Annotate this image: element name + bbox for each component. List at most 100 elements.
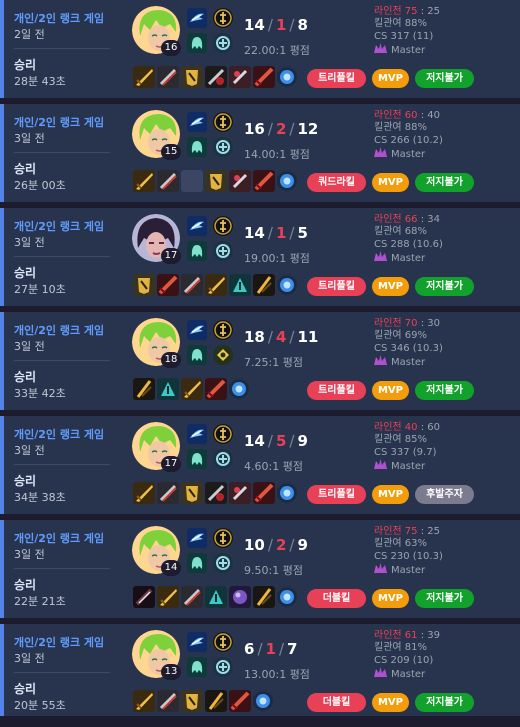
striped-blade-icon — [157, 482, 179, 504]
time-ago: 2일 전 — [14, 28, 45, 41]
assists: 9 — [297, 432, 308, 450]
gold-armor-icon — [181, 690, 203, 712]
laning-result: 라인전 40 : 60 — [374, 422, 440, 433]
champion-level: 15 — [161, 144, 181, 160]
divider — [14, 48, 110, 49]
deaths: 5 — [275, 432, 287, 450]
blue-ward-icon — [277, 67, 297, 87]
ruby-sword-icon — [229, 170, 251, 192]
striped-blade-icon — [157, 690, 179, 712]
multikill-badge: 더블킬 — [307, 589, 366, 608]
deaths: 2 — [275, 120, 287, 138]
match-card[interactable]: 개인/2인 랭크 게임 3일 전 승리 26분 00초 15 16/2/12 14.00:1… — [0, 104, 520, 202]
blue-ward-icon — [229, 379, 249, 399]
master-tier-icon — [374, 563, 387, 577]
assists: 7 — [287, 640, 298, 658]
gold-armor-icon — [133, 274, 155, 296]
flash-spell-icon — [187, 112, 207, 132]
game-duration: 26분 00초 — [14, 179, 66, 192]
time-ago: 3일 전 — [14, 652, 45, 665]
ghost-spell-icon — [187, 33, 207, 53]
achievement-badge: 저지불가 — [415, 381, 474, 400]
achievement-badge: 저지불가 — [415, 69, 474, 88]
match-card[interactable]: 개인/2인 랭크 게임 3일 전 승리 20분 55초 13 6/1/7 13.00:1 평… — [0, 624, 520, 716]
kda-ratio: 19.00:1 평점 — [244, 252, 310, 265]
striped-blade-icon — [181, 586, 203, 608]
keystone-rune-icon — [213, 320, 233, 340]
match-card[interactable]: 개인/2인 랭크 게임 3일 전 승리 22분 21초 14 10/2/9 9.50:1 평… — [0, 520, 520, 618]
champion-level: 14 — [161, 560, 181, 576]
deaths: 1 — [275, 224, 287, 242]
kill-participation: 킬관여 88% — [374, 122, 428, 134]
match-card[interactable]: 개인/2인 랭크 게임 3일 전 승리 27분 10초 17 14/1/5 19.00:1 … — [0, 208, 520, 306]
tier-label: Master — [374, 563, 514, 578]
deaths: 1 — [265, 640, 276, 658]
flash-spell-icon — [187, 528, 207, 548]
kda-score: 16/2/12 — [244, 120, 319, 138]
gold-dark-blade-icon — [253, 586, 275, 608]
gold-armor-icon — [181, 66, 203, 88]
ghost-spell-icon — [187, 345, 207, 365]
queue-type: 개인/2인 랭크 게임 — [14, 532, 105, 545]
red-dark-blade-icon — [205, 66, 227, 88]
kills: 14 — [244, 224, 265, 242]
game-result: 승리 — [14, 58, 37, 72]
creep-score: CS 266 (10.2) — [374, 134, 443, 146]
game-stats: 라인전 70 : 30 킬관여 69% CS 346 (10.3) Master — [374, 318, 514, 370]
ghost-spell-icon — [187, 241, 207, 261]
gold-blade-icon — [157, 586, 179, 608]
match-history-list: 개인/2인 랭크 게임 2일 전 승리 28분 43초 16 14/1/8 22.00:1 … — [0, 0, 520, 716]
multikill-badge: 트리플킬 — [307, 485, 366, 504]
tier-label: Master — [374, 147, 514, 162]
striped-blade-icon — [157, 170, 179, 192]
creep-score: CS 288 (10.6) — [374, 238, 443, 250]
divider — [14, 672, 110, 673]
champion-level: 17 — [161, 456, 181, 472]
multikill-badge: 더블킬 — [307, 693, 366, 712]
kda-ratio: 13.00:1 평점 — [244, 668, 310, 681]
achievement-badge: 저지불가 — [415, 277, 474, 296]
multikill-badge: 트리플킬 — [307, 277, 366, 296]
tier-label: Master — [374, 667, 514, 682]
flash-spell-icon — [187, 216, 207, 236]
match-card[interactable]: 개인/2인 랭크 게임 3일 전 승리 33분 42초 18 18/4/11 7.25:1 … — [0, 312, 520, 410]
secondary-rune-icon — [213, 345, 233, 365]
match-card[interactable]: 개인/2인 랭크 게임 2일 전 승리 28분 43초 16 14/1/8 22.00:1 … — [0, 0, 520, 98]
kill-participation: 킬관여 68% — [374, 226, 428, 238]
kills: 16 — [244, 120, 265, 138]
queue-type: 개인/2인 랭크 게임 — [14, 220, 105, 233]
kills: 18 — [244, 328, 265, 346]
kda-score: 10/2/9 — [244, 536, 308, 554]
game-duration: 34분 38초 — [14, 491, 66, 504]
master-tier-icon — [374, 355, 387, 369]
time-ago: 3일 전 — [14, 132, 45, 145]
deaths: 1 — [275, 16, 287, 34]
game-stats: 라인전 40 : 60 킬관여 85% CS 337 (9.7) Master — [374, 422, 514, 474]
secondary-rune-icon — [213, 33, 233, 53]
kill-participation: 킬관여 63% — [374, 538, 428, 550]
gold-armor-icon — [205, 170, 227, 192]
ghost-spell-icon — [187, 553, 207, 573]
kda-score: 14/1/8 — [244, 16, 308, 34]
master-tier-icon — [374, 667, 387, 681]
game-duration: 22분 21초 — [14, 595, 66, 608]
game-stats: 라인전 75 : 25 킬관여 63% CS 230 (10.3) Master — [374, 526, 514, 578]
flash-spell-icon — [187, 320, 207, 340]
keystone-rune-icon — [213, 528, 233, 548]
teal-blade-icon — [205, 586, 227, 608]
game-result: 승리 — [14, 474, 37, 488]
divider — [14, 464, 110, 465]
kills: 14 — [244, 432, 265, 450]
tier-label: Master — [374, 355, 514, 370]
divider — [14, 360, 110, 361]
ruby-sword-icon — [229, 482, 251, 504]
match-card[interactable]: 개인/2인 랭크 게임 3일 전 승리 34분 38초 17 14/5/9 4.60:1 평… — [0, 416, 520, 514]
kills: 6 — [244, 640, 255, 658]
champion-level: 13 — [161, 664, 181, 680]
game-result: 승리 — [14, 370, 37, 384]
striped-blade-icon — [157, 66, 179, 88]
laning-result: 라인전 75 : 25 — [374, 526, 440, 537]
deaths: 2 — [275, 536, 287, 554]
game-duration: 33분 42초 — [14, 387, 66, 400]
kda-ratio: 22.00:1 평점 — [244, 44, 310, 57]
